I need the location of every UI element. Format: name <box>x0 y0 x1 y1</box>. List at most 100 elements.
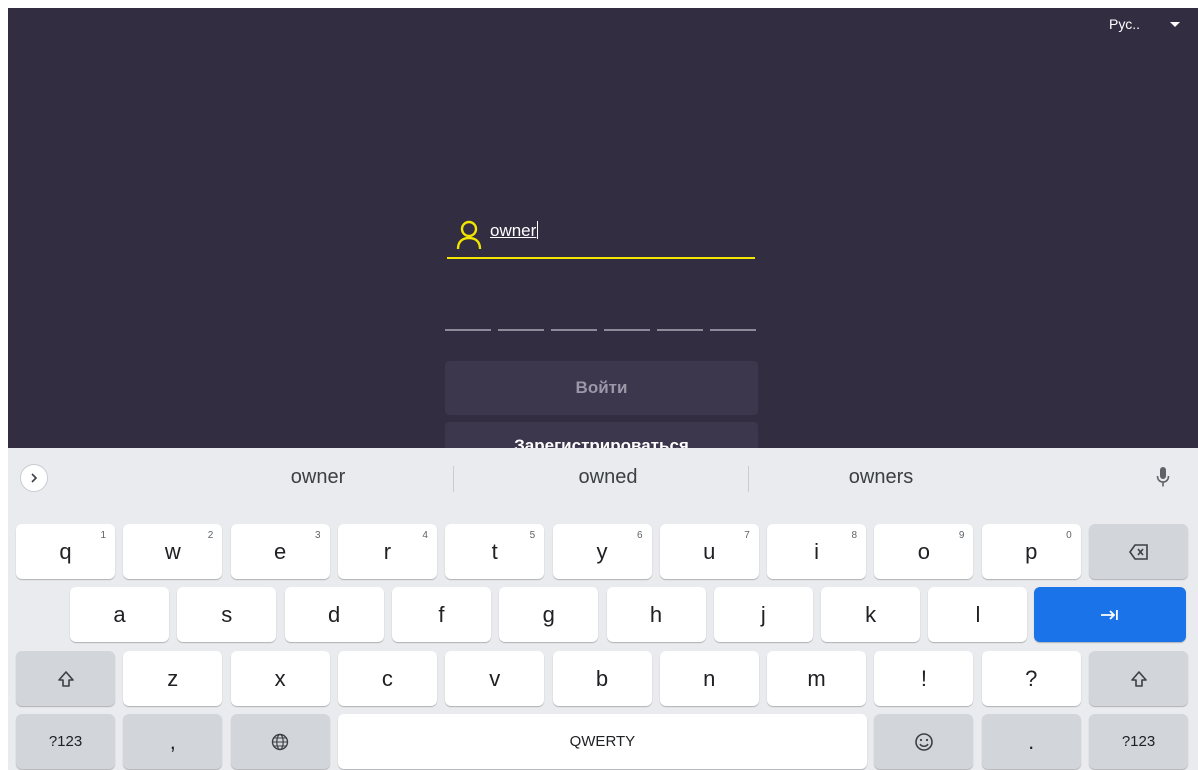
key-label: ?123 <box>48 733 83 750</box>
key-exclamation[interactable]: ! <box>874 651 974 706</box>
key-label: u <box>703 538 716 564</box>
suggestion-item[interactable]: owner <box>218 466 418 489</box>
key-label: v <box>489 665 501 691</box>
key-label: g <box>542 601 555 627</box>
key-label: ? <box>1025 665 1038 691</box>
pin-slot <box>604 329 650 331</box>
key-y[interactable]: y6 <box>552 524 652 579</box>
key-j[interactable]: j <box>713 587 813 642</box>
key-r[interactable]: r4 <box>337 524 437 579</box>
key-label: e <box>273 538 287 564</box>
key-label: d <box>327 601 341 627</box>
key-z[interactable]: z <box>123 651 223 706</box>
key-label: s <box>221 601 233 627</box>
key-label: i <box>814 538 820 564</box>
key-label: p <box>1025 538 1038 564</box>
key-label: l <box>975 601 981 627</box>
key-hint: 6 <box>636 530 643 541</box>
key-s[interactable]: s <box>177 587 277 642</box>
key-d[interactable]: d <box>284 587 384 642</box>
next-key[interactable] <box>1034 587 1186 642</box>
language-label: Рус.. <box>1109 16 1140 32</box>
pin-slot <box>657 329 703 331</box>
key-label: QWERTY <box>569 733 636 750</box>
shift-icon <box>1130 670 1147 687</box>
suggestion-divider <box>453 466 454 492</box>
backspace-icon <box>1128 543 1148 560</box>
login-value: owner <box>490 220 539 240</box>
key-v[interactable]: v <box>445 651 545 706</box>
period-key[interactable]: . <box>981 714 1081 769</box>
key-question[interactable]: ? <box>981 651 1081 706</box>
key-label: f <box>438 601 445 627</box>
tab-next-icon <box>1101 609 1118 620</box>
register-button[interactable]: Зарегистрироваться <box>445 422 758 448</box>
suggestion-bar: owner owned owners <box>8 448 1198 508</box>
key-i[interactable]: i8 <box>767 524 867 579</box>
key-hint: 9 <box>958 530 965 541</box>
key-m[interactable]: m <box>767 651 867 706</box>
key-b[interactable]: b <box>552 651 652 706</box>
key-a[interactable]: a <box>70 587 169 642</box>
key-n[interactable]: n <box>659 651 759 706</box>
key-label: o <box>917 538 931 564</box>
key-label: m <box>807 665 826 691</box>
key-hint: 8 <box>851 530 858 541</box>
key-label: y <box>596 538 608 564</box>
key-label: n <box>703 665 716 691</box>
key-f[interactable]: f <box>391 587 491 642</box>
key-h[interactable]: h <box>606 587 706 642</box>
symbols-key-right[interactable]: ?123 <box>1089 714 1188 769</box>
key-label: ?123 <box>1121 733 1156 750</box>
expand-suggestions-button[interactable] <box>20 464 48 492</box>
key-x[interactable]: x <box>230 651 330 706</box>
key-hint: 7 <box>744 530 750 541</box>
key-hint: 0 <box>1066 530 1072 541</box>
suggestion-item[interactable]: owned <box>508 466 708 489</box>
key-label: t <box>491 538 498 564</box>
key-label: b <box>595 665 609 691</box>
dropdown-caret-icon <box>1170 21 1180 27</box>
key-label: k <box>865 601 877 627</box>
key-q[interactable]: q1 <box>16 524 115 579</box>
language-switch-key[interactable] <box>230 714 330 769</box>
symbols-key[interactable]: ?123 <box>16 714 115 769</box>
shift-icon <box>57 670 74 687</box>
key-l[interactable]: l <box>928 587 1028 642</box>
login-screen: Рус.. owner Войти Зарегистрироваться <box>8 8 1198 448</box>
pin-input[interactable] <box>445 329 756 331</box>
key-c[interactable]: c <box>337 651 437 706</box>
key-w[interactable]: w2 <box>123 524 223 579</box>
key-label: ! <box>920 665 927 691</box>
key-e[interactable]: e3 <box>230 524 330 579</box>
pin-slot <box>498 329 544 331</box>
key-label: h <box>649 601 663 627</box>
key-hint: 5 <box>529 530 536 541</box>
user-icon <box>456 220 482 249</box>
backspace-key[interactable] <box>1089 524 1188 579</box>
shift-key-left[interactable] <box>16 651 115 706</box>
space-key[interactable]: QWERTY <box>337 714 867 769</box>
emoji-key[interactable] <box>874 714 974 769</box>
shift-key-right[interactable] <box>1089 651 1188 706</box>
suggestion-item[interactable]: owners <box>781 466 981 489</box>
microphone-icon[interactable] <box>1156 466 1170 488</box>
key-u[interactable]: u7 <box>659 524 759 579</box>
comma-key[interactable]: , <box>123 714 223 769</box>
login-button[interactable]: Войти <box>445 361 758 415</box>
chevron-right-icon <box>31 473 38 483</box>
key-o[interactable]: o9 <box>874 524 974 579</box>
key-k[interactable]: k <box>821 587 921 642</box>
key-p[interactable]: p0 <box>981 524 1081 579</box>
key-t[interactable]: t5 <box>445 524 545 579</box>
key-g[interactable]: g <box>499 587 599 642</box>
key-hint: 4 <box>422 530 428 541</box>
key-label: r <box>383 538 392 564</box>
pin-slot <box>551 329 597 331</box>
key-label: c <box>381 665 393 691</box>
language-selector[interactable]: Рус.. <box>1109 16 1180 32</box>
login-input[interactable]: owner <box>447 212 755 259</box>
on-screen-keyboard: owner owned owners q1w2e3r4t5y6u7i8o9p0a… <box>8 448 1198 770</box>
pin-slot <box>710 329 756 331</box>
key-label: x <box>274 665 286 691</box>
